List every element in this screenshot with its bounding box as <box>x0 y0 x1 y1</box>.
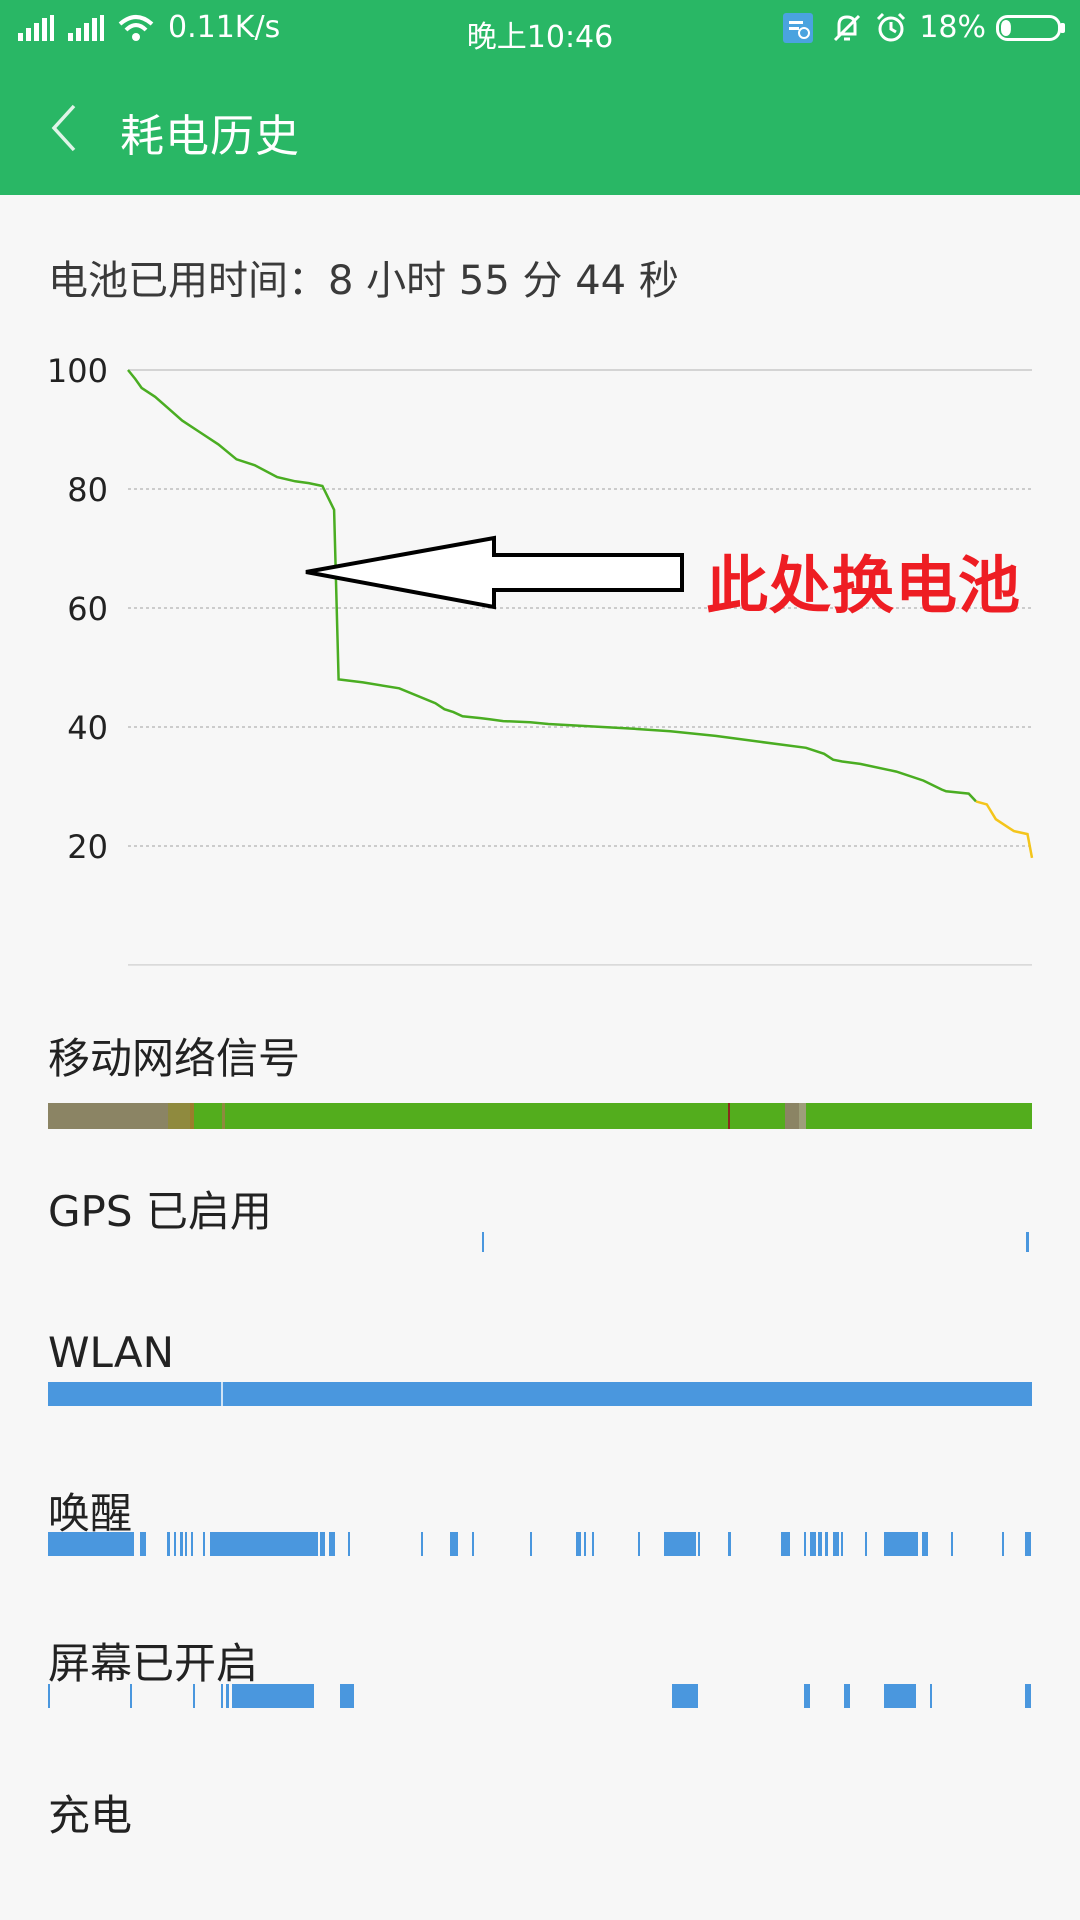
battery-percent: 18% <box>919 10 986 45</box>
wakeup-segment <box>348 1532 350 1556</box>
screen-on-segment <box>226 1684 229 1708</box>
wakeup-segment <box>804 1532 806 1556</box>
wakeup-segment <box>203 1532 205 1556</box>
gps-bar <box>482 1232 1029 1252</box>
y-tick-label: 80 <box>67 471 108 509</box>
wakeup-segment <box>421 1532 423 1556</box>
wlan-bar <box>48 1382 1032 1406</box>
screen-on-segment <box>340 1684 354 1708</box>
wakeup-segment <box>810 1532 816 1556</box>
screen-on-label: 屏幕已开启 <box>48 1639 259 1688</box>
y-tick-label: 20 <box>67 828 108 866</box>
mobile-signal-bar <box>48 1103 1032 1129</box>
wakeup-segment <box>1025 1532 1031 1556</box>
wakeup-segment <box>185 1532 187 1556</box>
status-bar: 0.11K/s 晚上10:46 18% <box>0 0 1080 60</box>
wakeup-segment <box>698 1532 700 1556</box>
wlan-label: WLAN <box>48 1328 175 1377</box>
y-tick-label: 100 <box>47 352 108 390</box>
wakeup-segment <box>781 1532 790 1556</box>
wakeup-bar <box>48 1532 1031 1556</box>
wakeup-segment <box>728 1532 731 1556</box>
screen-on-segment <box>930 1684 932 1708</box>
y-tick-label: 60 <box>67 590 108 628</box>
screen-on-segment <box>232 1684 314 1708</box>
wakeup-segment <box>210 1532 318 1556</box>
wakeup-segment <box>951 1532 953 1556</box>
wakeup-segment <box>884 1532 918 1556</box>
battery-usage-label: 电池已用时间： <box>48 258 328 304</box>
wakeup-segment <box>922 1532 928 1556</box>
battery-usage-value: 8 小时 55 分 44 秒 <box>328 258 679 304</box>
wakeup-segment <box>48 1532 134 1556</box>
left-arrow-icon <box>305 535 684 610</box>
wakeup-segment <box>825 1532 828 1556</box>
wakeup-segment <box>664 1532 696 1556</box>
page-title: 耗电历史 <box>120 111 300 162</box>
battery-usage-time: 电池已用时间：8 小时 55 分 44 秒 <box>48 248 679 306</box>
wakeup-segment <box>638 1532 640 1556</box>
battery-icon <box>996 14 1065 41</box>
wakeup-segment <box>329 1532 335 1556</box>
wakeup-segment <box>320 1532 325 1556</box>
charging-label: 充电 <box>48 1791 133 1840</box>
chevron-left-icon[interactable] <box>40 100 90 156</box>
wakeup-segment <box>592 1532 594 1556</box>
screen-on-segment <box>804 1684 810 1708</box>
wakeup-segment <box>167 1532 170 1556</box>
screen-on-segment <box>48 1684 50 1708</box>
wakeup-segment <box>841 1532 843 1556</box>
wakeup-segment <box>833 1532 839 1556</box>
screen-on-segment <box>221 1684 223 1708</box>
wakeup-segment <box>818 1532 822 1556</box>
screen-on-bar <box>48 1684 1031 1708</box>
screen-on-segment <box>884 1684 916 1708</box>
mobile-signal-label: 移动网络信号 <box>48 1034 301 1083</box>
notification-icon <box>783 12 814 43</box>
wakeup-segment <box>180 1532 183 1556</box>
wakeup-segment <box>530 1532 532 1556</box>
annotation-text: 此处换电池 <box>706 549 1022 622</box>
alarm-icon <box>877 12 906 41</box>
wakeup-segment <box>1002 1532 1004 1556</box>
wakeup-segment <box>865 1532 867 1556</box>
screen-on-segment <box>672 1684 698 1708</box>
title-bar: 耗电历史 <box>0 60 1080 195</box>
screen-on-segment <box>193 1684 195 1708</box>
battery-chart: 100 80 60 40 20 <box>47 352 1034 966</box>
wakeup-segment <box>450 1532 458 1556</box>
wakeup-segment <box>584 1532 586 1556</box>
wakeup-segment <box>174 1532 176 1556</box>
wakeup-segment <box>140 1532 146 1556</box>
screen-on-segment <box>1025 1684 1031 1708</box>
screen-on-segment <box>844 1684 850 1708</box>
wakeup-segment <box>191 1532 193 1556</box>
wakeup-segment <box>576 1532 581 1556</box>
wakeup-segment <box>472 1532 474 1556</box>
y-tick-label: 40 <box>67 709 108 747</box>
mute-icon <box>834 14 861 41</box>
battery-line-yellow <box>975 800 1034 859</box>
screen-on-segment <box>130 1684 132 1708</box>
